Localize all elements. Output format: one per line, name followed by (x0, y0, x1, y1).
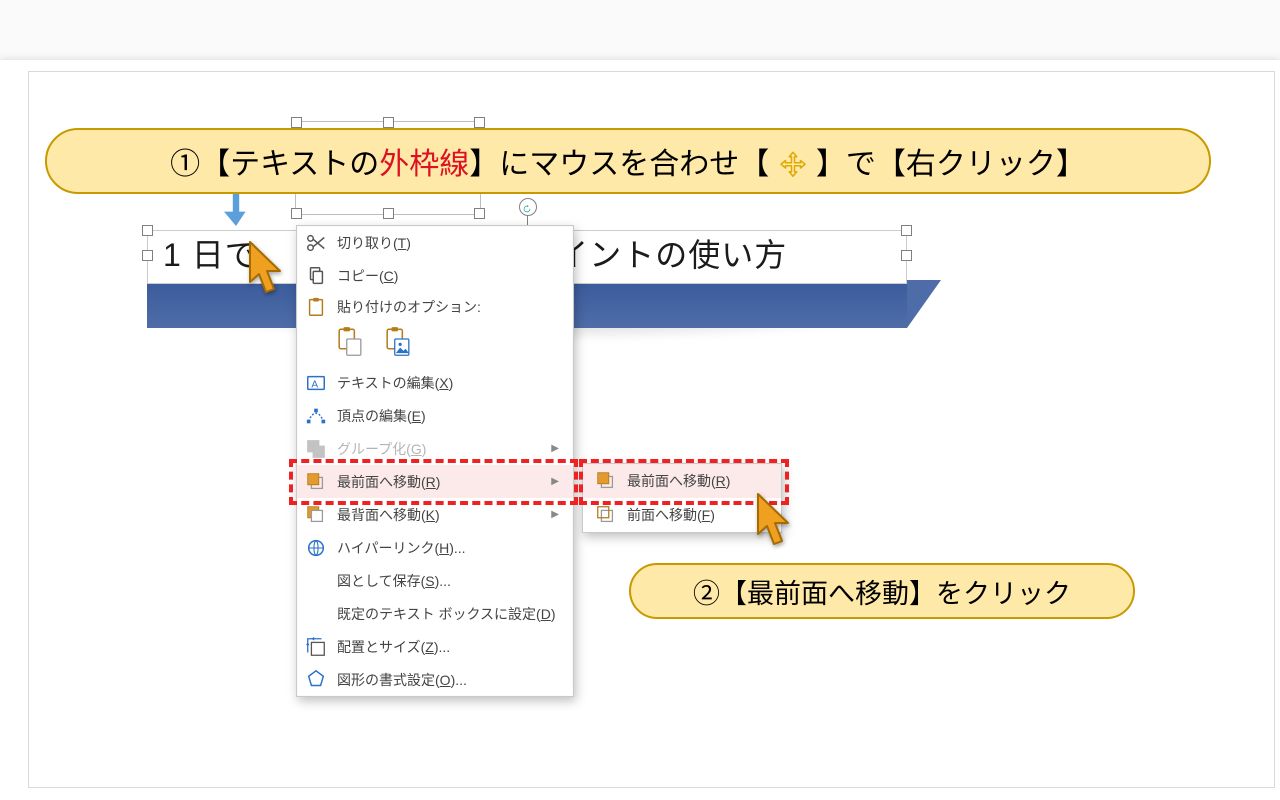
size-pos-icon (305, 636, 327, 658)
arrow-down-icon (224, 193, 248, 227)
menu-item-cut[interactable]: 切り取り(T) (297, 226, 573, 259)
resize-handle[interactable] (901, 225, 912, 236)
blank-icon (305, 603, 327, 625)
bring-front-icon (305, 471, 327, 493)
menu-item-label: 最前面へ移動(R) (337, 472, 539, 492)
menu-item-edit-points[interactable]: 頂点の編集(E) (297, 399, 573, 432)
menu-item-save-picture[interactable]: 図として保存(S)... (297, 564, 573, 597)
paste-options-row (297, 322, 573, 366)
resize-handle[interactable] (142, 225, 153, 236)
group-icon (305, 438, 327, 460)
menu-item-label: 前面へ移動(F) (627, 505, 715, 525)
menu-item-label: 図として保存(S)... (337, 571, 559, 591)
menu-item-label: 図形の書式設定(O)... (337, 670, 559, 690)
copy-icon (305, 265, 327, 287)
submenu-item-bring-front[interactable]: 最前面へ移動(R) (583, 464, 781, 498)
menu-item-label: 切り取り(T) (337, 233, 559, 253)
menu-item-hyperlink[interactable]: ハイパーリンク(H)... (297, 531, 573, 564)
send-back-icon (305, 504, 327, 526)
chevron-right-icon: ▶ (551, 509, 559, 520)
title-text-left: 1 日で (163, 237, 258, 273)
gold-cursor-icon (756, 492, 796, 548)
menu-item-label: 最背面へ移動(K) (337, 505, 539, 525)
chevron-right-icon: ▶ (551, 443, 559, 454)
context-submenu: 最前面へ移動(R) 前面へ移動(F) (582, 463, 782, 533)
menu-paste-options-label: 貼り付けのオプション: (297, 292, 573, 322)
resize-handle[interactable] (474, 117, 485, 128)
context-menu: 切り取り(T) コピー(C) 貼り付けのオプション: A テキストの編集(X) … (296, 225, 574, 697)
svg-text:A: A (311, 379, 318, 390)
menu-item-bring-front[interactable]: 最前面へ移動(R) ▶ (297, 465, 573, 498)
resize-handle[interactable] (474, 208, 485, 219)
menu-item-label: 貼り付けのオプション: (337, 297, 481, 317)
paste-option-picture[interactable] (385, 326, 411, 356)
menu-item-label: コピー(C) (337, 266, 559, 286)
bring-forward-icon (595, 504, 617, 526)
edit-points-icon (305, 405, 327, 427)
menu-item-format-shape[interactable]: 図形の書式設定(O)... (297, 663, 573, 696)
scissors-icon (305, 232, 327, 254)
submenu-item-bring-forward[interactable]: 前面へ移動(F) (583, 498, 781, 532)
clipboard-icon (305, 296, 327, 318)
callout-text: ①【テキストの外枠線】にマウスを合わせ【 】で【右クリック】 (170, 139, 1086, 183)
blank-icon (305, 570, 327, 592)
menu-item-group: グループ化(G) ▶ (297, 432, 573, 465)
menu-item-label: グループ化(G) (337, 439, 539, 459)
menu-item-size-position[interactable]: 配置とサイズ(Z)... (297, 630, 573, 663)
callout-step1: ①【テキストの外枠線】にマウスを合わせ【 】で【右クリック】 (45, 128, 1211, 194)
menu-item-label: 頂点の編集(E) (337, 406, 559, 426)
format-shape-icon (305, 669, 327, 691)
menu-item-label: テキストの編集(X) (337, 373, 559, 393)
callout-step2: ②【最前面へ移動】をクリック (629, 563, 1135, 619)
resize-handle[interactable] (142, 250, 153, 261)
menu-item-label: ハイパーリンク(H)... (337, 538, 559, 558)
paste-option-keep-source[interactable] (337, 326, 363, 356)
menu-item-default-textbox[interactable]: 既定のテキスト ボックスに設定(D) (297, 597, 573, 630)
menu-item-label: 既定のテキスト ボックスに設定(D) (337, 604, 559, 624)
menu-item-label: 最前面へ移動(R) (627, 471, 730, 491)
menu-item-edit-text[interactable]: A テキストの編集(X) (297, 366, 573, 399)
move-cursor-icon (778, 150, 808, 180)
chevron-right-icon: ▶ (551, 476, 559, 487)
resize-handle[interactable] (291, 117, 302, 128)
bring-front-icon (595, 470, 617, 492)
menu-item-copy[interactable]: コピー(C) (297, 259, 573, 292)
rotate-icon (522, 201, 532, 211)
menu-item-label: 配置とサイズ(Z)... (337, 637, 559, 657)
resize-handle[interactable] (901, 250, 912, 261)
gold-cursor-icon (248, 240, 288, 296)
link-icon (305, 537, 327, 559)
menu-item-send-back[interactable]: 最背面へ移動(K) ▶ (297, 498, 573, 531)
edit-text-icon: A (305, 372, 327, 394)
callout-text: ②【最前面へ移動】をクリック (693, 572, 1071, 611)
resize-handle[interactable] (383, 117, 394, 128)
resize-handle[interactable] (291, 208, 302, 219)
resize-handle[interactable] (383, 208, 394, 219)
